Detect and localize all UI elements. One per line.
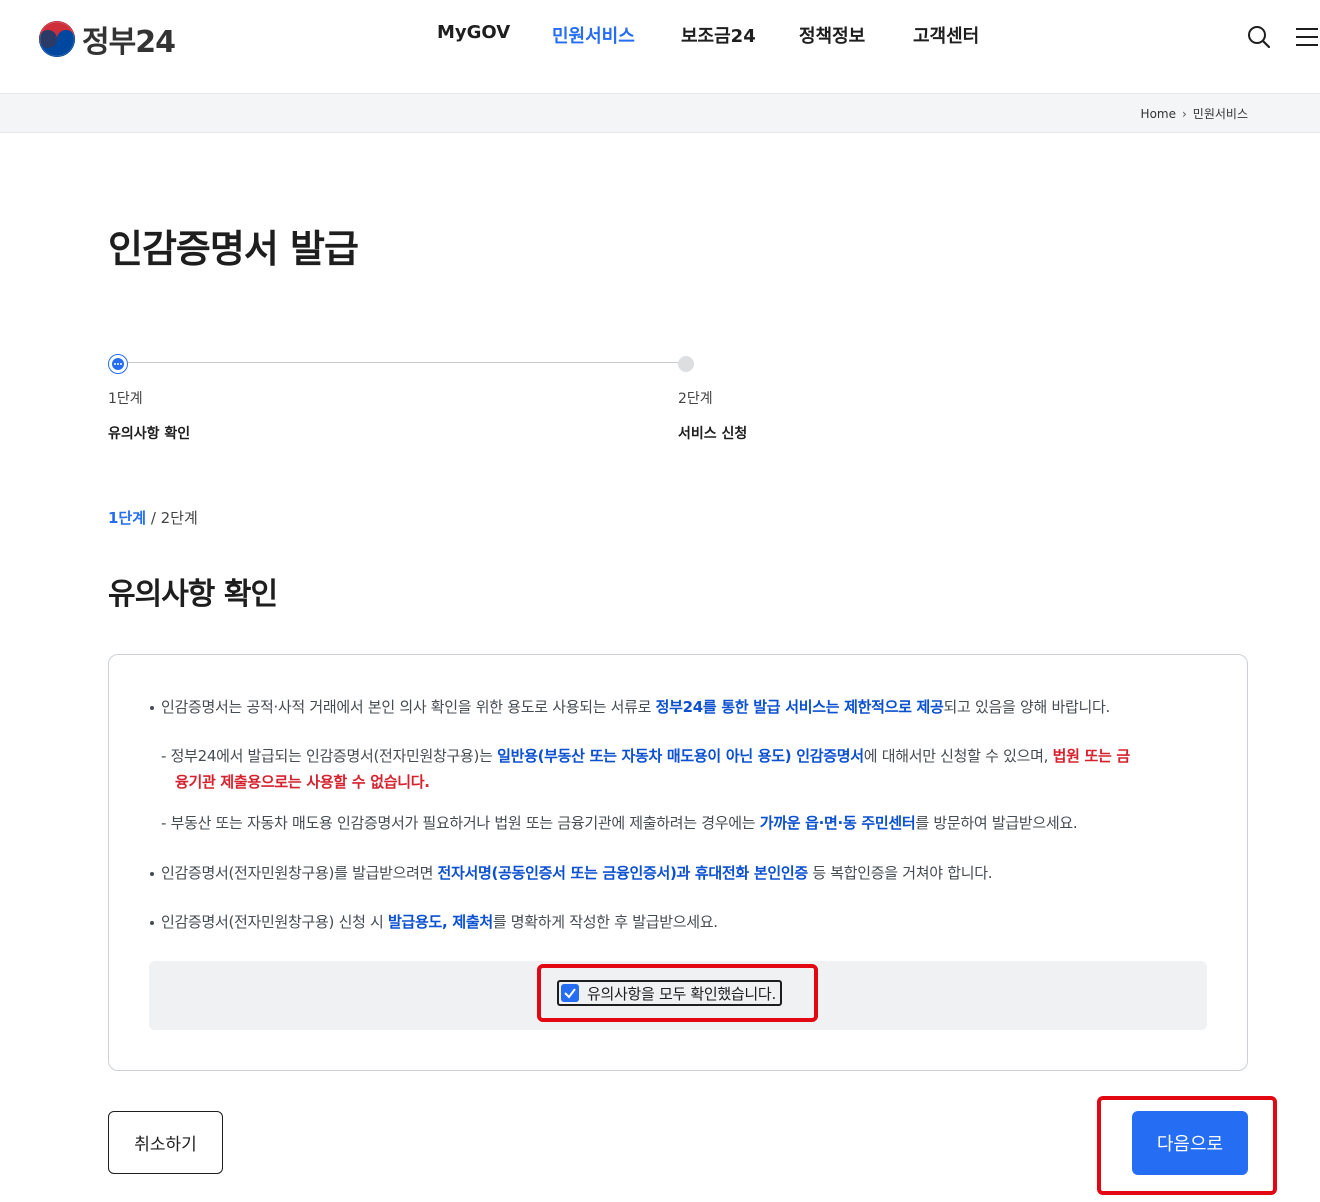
step-indicator-separator: /: [146, 509, 161, 527]
breadcrumb-bar: Home › 민원서비스: [0, 93, 1320, 133]
bullet-icon: [150, 921, 154, 925]
step-indicator: 1단계 / 2단계: [108, 507, 198, 528]
notice-item-1: 인감증명서는 공적·사적 거래에서 본인 의사 확인을 위한 용도로 사용되는 …: [161, 698, 1110, 716]
checkmark-icon[interactable]: [561, 984, 579, 1002]
notice-subitem-2: - 부동산 또는 자동차 매도용 인감증명서가 필요하거나 법원 또는 금융기관…: [161, 814, 1078, 832]
nav-item-customer-center[interactable]: 고객센터: [913, 22, 979, 48]
bullet-icon: [150, 706, 154, 710]
step-indicator-current: 1단계: [108, 509, 147, 527]
page-title: 인감증명서 발급: [108, 227, 359, 271]
step-1-name: 유의사항 확인: [108, 426, 191, 442]
notice-item-2: 인감증명서(전자민원창구용)를 발급받으려면 전자서명(공동인증서 또는 금융인…: [161, 864, 993, 882]
global-nav: MyGOV 민원서비스 보조금24 정책정보 고객센터: [0, 22, 1320, 56]
bullet-icon: [150, 872, 154, 876]
nav-item-civil-service[interactable]: 민원서비스: [552, 22, 635, 48]
step-2-pending-icon: [678, 356, 694, 372]
nav-item-mygov[interactable]: MyGOV: [437, 22, 510, 43]
step-indicator-total: 2단계: [160, 509, 198, 527]
menu-icon[interactable]: [1292, 22, 1320, 52]
confirm-checkbox-label[interactable]: 유의사항을 모두 확인했습니다.: [587, 983, 776, 1004]
next-button[interactable]: 다음으로: [1132, 1111, 1248, 1175]
site-header: 정부24 MyGOV 민원서비스 보조금24 정책정보 고객센터: [0, 0, 1320, 93]
breadcrumb: Home › 민원서비스: [1141, 105, 1248, 122]
step-1-number: 1단계: [108, 391, 143, 407]
breadcrumb-home[interactable]: Home: [1141, 107, 1176, 121]
confirm-checkbox[interactable]: 유의사항을 모두 확인했습니다.: [557, 980, 782, 1006]
step-2-name: 서비스 신청: [678, 426, 748, 442]
nav-item-subsidy24[interactable]: 보조금24: [681, 22, 756, 48]
notice-box: 인감증명서는 공적·사적 거래에서 본인 의사 확인을 위한 용도로 사용되는 …: [108, 654, 1248, 1071]
search-icon[interactable]: [1244, 22, 1274, 52]
section-title: 유의사항 확인: [108, 577, 278, 612]
notice-subitem-1-continued: 융기관 제출용으로는 사용할 수 없습니다.: [175, 773, 430, 791]
stepper-line: [118, 362, 686, 363]
confirm-area: 유의사항을 모두 확인했습니다.: [149, 961, 1207, 1030]
step-2-number: 2단계: [678, 391, 713, 407]
chevron-right-icon: ›: [1181, 106, 1187, 121]
step-1-current-icon: [108, 354, 128, 374]
nav-item-policy-info[interactable]: 정책정보: [799, 22, 865, 48]
notice-subitem-1: - 정부24에서 발급되는 인감증명서(전자민원창구용)는 일반용(부동산 또는…: [161, 747, 1130, 765]
notice-item-3: 인감증명서(전자민원창구용) 신청 시 발급용도, 제출처를 명확하게 작성한 …: [161, 913, 718, 931]
cancel-button[interactable]: 취소하기: [108, 1111, 223, 1174]
breadcrumb-current[interactable]: 민원서비스: [1193, 105, 1248, 122]
